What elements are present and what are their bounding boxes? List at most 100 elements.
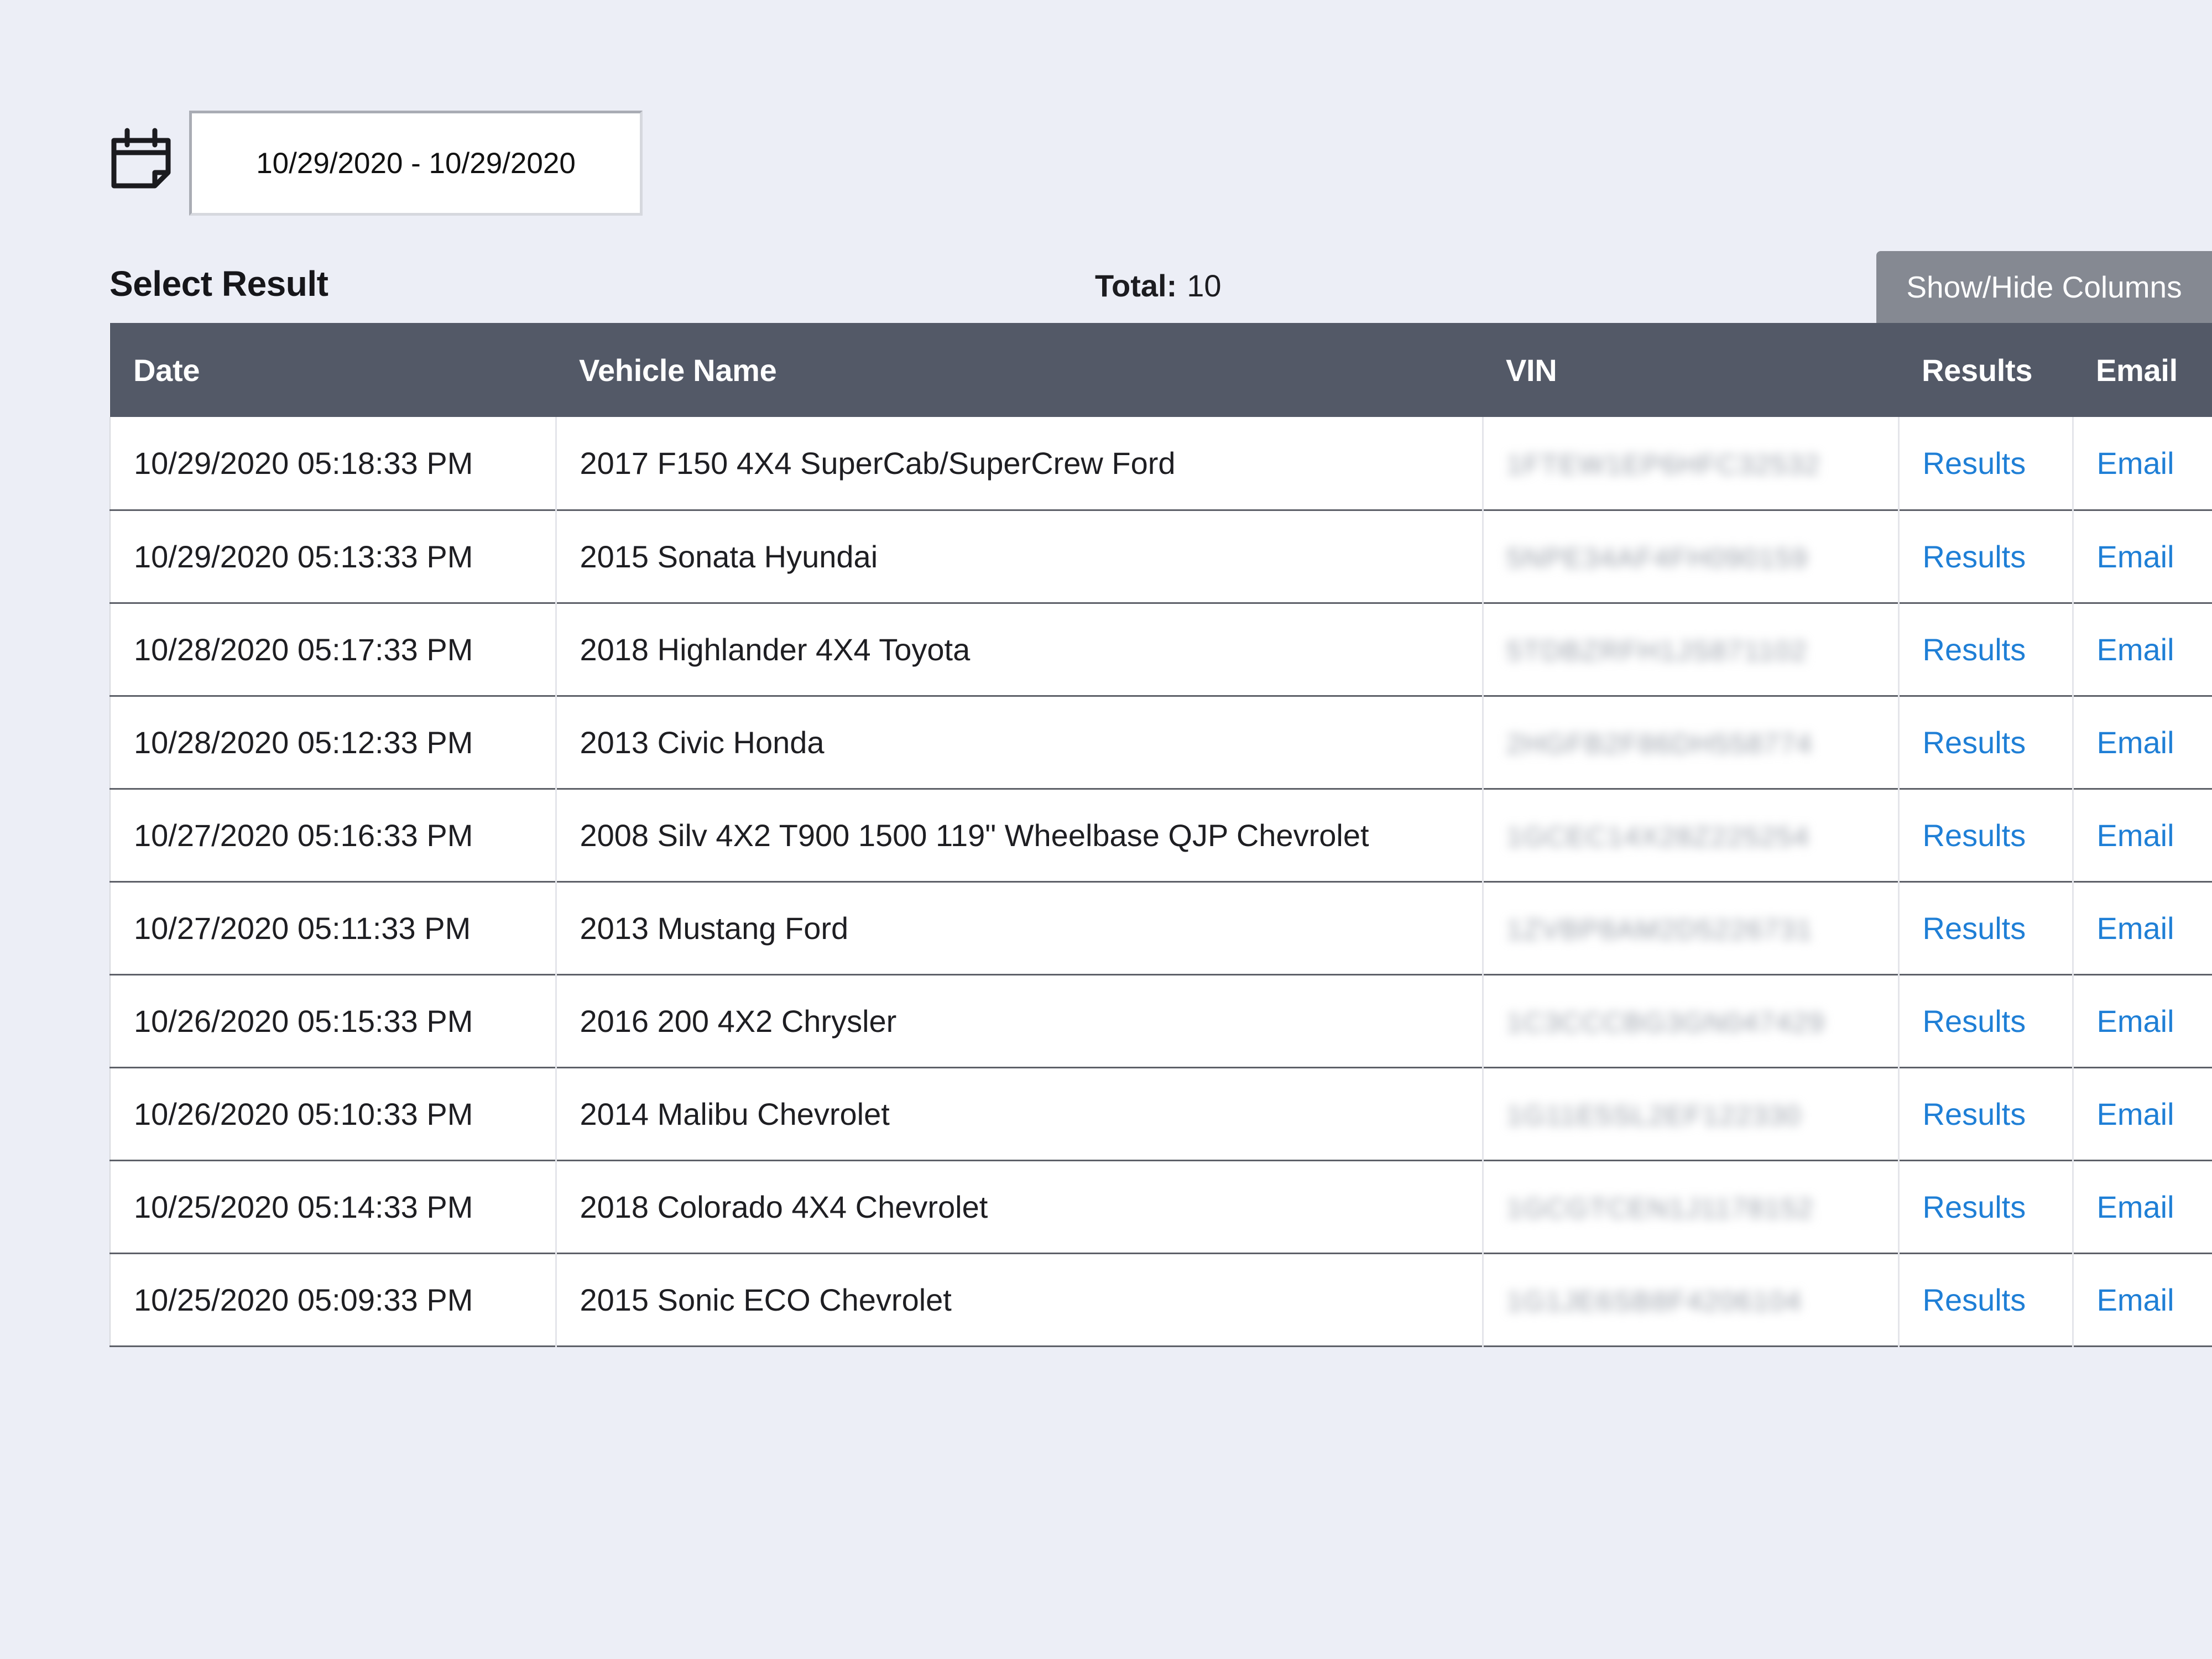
results-cell: Results — [1897, 603, 2073, 696]
vin-cell: 1G1JE6SB8F4206104 — [1481, 1253, 1898, 1346]
results-cell: Results — [1897, 696, 2073, 789]
date-cell: 10/28/2020 05:17:33 PM — [109, 603, 556, 696]
date-cell: 10/27/2020 05:11:33 PM — [109, 881, 556, 974]
results-table: Date Vehicle Name VIN Results Email 10/2… — [109, 323, 2212, 1347]
vin-value: 1GCGTCEN1J1178152 — [1506, 1192, 1814, 1224]
vin-cell: 1C3CCCBG3GN047429 — [1481, 974, 1898, 1067]
results-cell: Results — [1897, 974, 2073, 1067]
email-link[interactable]: Email — [2097, 818, 2174, 853]
results-cell: Results — [1897, 1160, 2073, 1253]
table-row: 10/29/2020 05:13:33 PM 2015 Sonata Hyund… — [109, 510, 2212, 603]
results-link[interactable]: Results — [1923, 911, 2026, 946]
vehicle-name-cell: 2013 Civic Honda — [555, 696, 1483, 789]
email-cell: Email — [2072, 881, 2212, 974]
date-cell: 10/25/2020 05:09:33 PM — [109, 1253, 556, 1346]
total-value: 10 — [1187, 268, 1222, 303]
vin-value: 5NPE34AF4FH090159 — [1506, 542, 1808, 573]
results-cell: Results — [1897, 1067, 2073, 1160]
vin-value: 1G1JE6SB8F4206104 — [1506, 1285, 1802, 1317]
results-cell: Results — [1897, 881, 2073, 974]
date-cell: 10/28/2020 05:12:33 PM — [109, 696, 556, 789]
vehicle-name-cell: 2008 Silv 4X2 T900 1500 119" Wheelbase Q… — [555, 789, 1483, 881]
table-row: 10/26/2020 05:10:33 PM 2014 Malibu Chevr… — [109, 1067, 2212, 1160]
results-link[interactable]: Results — [1923, 1190, 2026, 1224]
email-link[interactable]: Email — [2097, 725, 2174, 760]
vin-cell: 1FTEW1EP6HFC32532 — [1481, 417, 1898, 510]
column-header-email[interactable]: Email — [2073, 323, 2212, 417]
show-hide-columns-button[interactable]: Show/Hide Columns — [1876, 251, 2212, 323]
vehicle-name-cell: 2015 Sonic ECO Chevrolet — [555, 1253, 1483, 1346]
email-cell: Email — [2072, 417, 2212, 510]
vin-cell: 1GCGTCEN1J1178152 — [1481, 1160, 1898, 1253]
email-link[interactable]: Email — [2097, 1282, 2174, 1317]
total-label: Total: — [1095, 268, 1177, 303]
total-count: Total: 10 — [1095, 268, 1222, 304]
results-cell: Results — [1897, 1253, 2073, 1346]
vin-value: 1C3CCCBG3GN047429 — [1506, 1006, 1825, 1038]
email-cell: Email — [2072, 974, 2212, 1067]
email-cell: Email — [2072, 603, 2212, 696]
results-cell: Results — [1897, 417, 2073, 510]
table-row: 10/26/2020 05:15:33 PM 2016 200 4X2 Chry… — [109, 974, 2212, 1067]
email-cell: Email — [2072, 1067, 2212, 1160]
vin-value: 1G11E5SL2EF122330 — [1506, 1099, 1802, 1131]
column-header-date[interactable]: Date — [110, 323, 556, 417]
vehicle-name-cell: 2015 Sonata Hyundai — [555, 510, 1483, 603]
vin-cell: 5NPE34AF4FH090159 — [1481, 510, 1898, 603]
email-link[interactable]: Email — [2097, 446, 2174, 481]
results-link[interactable]: Results — [1923, 1004, 2026, 1039]
email-cell: Email — [2072, 789, 2212, 881]
table-row: 10/25/2020 05:14:33 PM 2018 Colorado 4X4… — [109, 1160, 2212, 1253]
column-header-vehicle-name[interactable]: Vehicle Name — [556, 323, 1483, 417]
calendar-icon[interactable] — [108, 125, 175, 191]
date-cell: 10/29/2020 05:18:33 PM — [109, 417, 556, 510]
results-link[interactable]: Results — [1923, 725, 2026, 760]
table-row: 10/28/2020 05:12:33 PM 2013 Civic Honda … — [109, 696, 2212, 789]
vin-value: 1FTEW1EP6HFC32532 — [1506, 448, 1821, 480]
date-cell: 10/25/2020 05:14:33 PM — [109, 1160, 556, 1253]
column-header-results[interactable]: Results — [1898, 323, 2073, 417]
vin-value: 1ZVBP8AM2D5226731 — [1506, 914, 1813, 945]
vehicle-name-cell: 2016 200 4X2 Chrysler — [555, 974, 1483, 1067]
email-link[interactable]: Email — [2097, 1004, 2174, 1039]
results-link[interactable]: Results — [1923, 632, 2026, 667]
results-link[interactable]: Results — [1923, 539, 2026, 574]
date-range-input[interactable]: 10/29/2020 - 10/29/2020 — [189, 111, 643, 216]
date-cell: 10/27/2020 05:16:33 PM — [109, 789, 556, 881]
column-header-vin[interactable]: VIN — [1483, 323, 1898, 417]
results-cell: Results — [1897, 789, 2073, 881]
table-row: 10/28/2020 05:17:33 PM 2018 Highlander 4… — [109, 603, 2212, 696]
results-link[interactable]: Results — [1923, 818, 2026, 853]
vin-cell: 1ZVBP8AM2D5226731 — [1481, 881, 1898, 974]
email-cell: Email — [2072, 510, 2212, 603]
vin-cell: 1GCEC14X28Z225254 — [1481, 789, 1898, 881]
results-link[interactable]: Results — [1923, 1097, 2026, 1131]
email-link[interactable]: Email — [2097, 1190, 2174, 1224]
email-link[interactable]: Email — [2097, 1097, 2174, 1131]
date-cell: 10/29/2020 05:13:33 PM — [109, 510, 556, 603]
email-link[interactable]: Email — [2097, 911, 2174, 946]
vin-value: 1GCEC14X28Z225254 — [1506, 821, 1810, 852]
table-row: 10/29/2020 05:18:33 PM 2017 F150 4X4 Sup… — [109, 417, 2212, 510]
vehicle-name-cell: 2018 Highlander 4X4 Toyota — [555, 603, 1483, 696]
vehicle-name-cell: 2013 Mustang Ford — [555, 881, 1483, 974]
vehicle-name-cell: 2018 Colorado 4X4 Chevrolet — [555, 1160, 1483, 1253]
email-link[interactable]: Email — [2097, 632, 2174, 667]
vin-value: 2HGFB2F86DH558774 — [1506, 728, 1813, 759]
results-link[interactable]: Results — [1923, 446, 2026, 481]
vin-cell: 1G11E5SL2EF122330 — [1481, 1067, 1898, 1160]
table-row: 10/27/2020 05:11:33 PM 2013 Mustang Ford… — [109, 881, 2212, 974]
vehicle-name-cell: 2017 F150 4X4 SuperCab/SuperCrew Ford — [555, 417, 1483, 510]
vin-cell: 5TDBZRFH1JS871102 — [1481, 603, 1898, 696]
email-cell: Email — [2072, 1253, 2212, 1346]
email-cell: Email — [2072, 1160, 2212, 1253]
date-cell: 10/26/2020 05:15:33 PM — [109, 974, 556, 1067]
vehicle-name-cell: 2014 Malibu Chevrolet — [555, 1067, 1483, 1160]
vin-cell: 2HGFB2F86DH558774 — [1481, 696, 1898, 789]
results-cell: Results — [1897, 510, 2073, 603]
table-row: 10/25/2020 05:09:33 PM 2015 Sonic ECO Ch… — [109, 1253, 2212, 1346]
results-link[interactable]: Results — [1923, 1282, 2026, 1317]
table-row: 10/27/2020 05:16:33 PM 2008 Silv 4X2 T90… — [109, 789, 2212, 881]
email-link[interactable]: Email — [2097, 539, 2174, 574]
email-cell: Email — [2072, 696, 2212, 789]
